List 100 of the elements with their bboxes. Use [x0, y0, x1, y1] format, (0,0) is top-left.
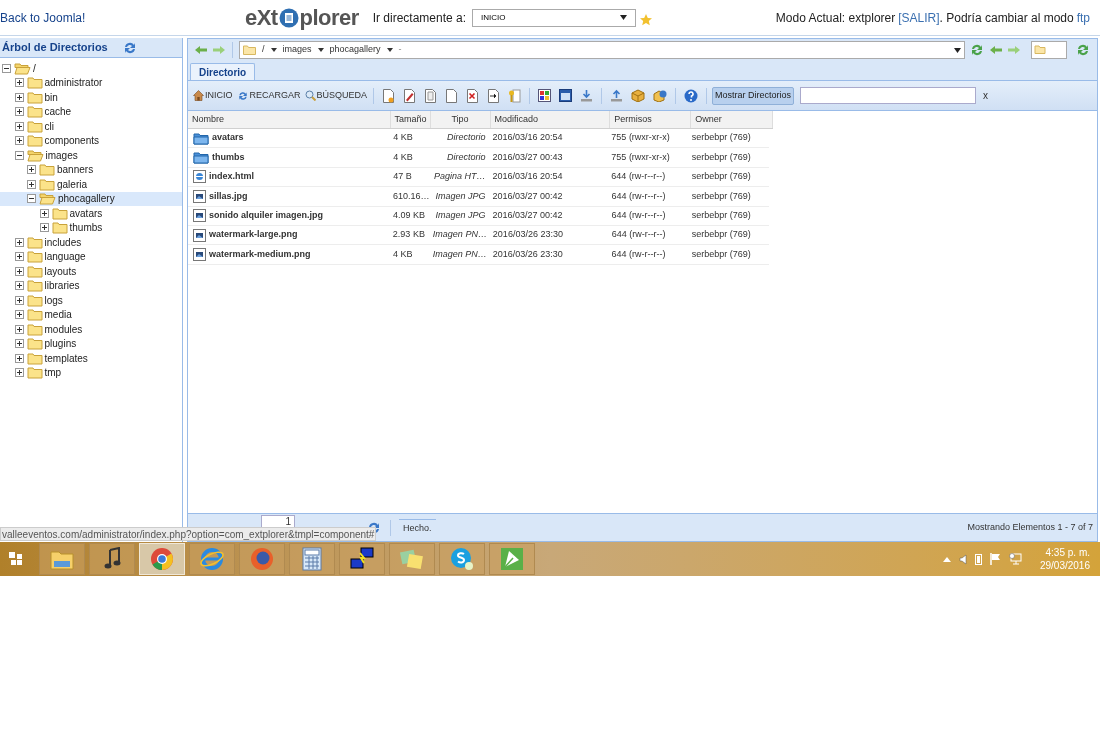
file-name[interactable]: avatars — [212, 131, 244, 145]
tree-item[interactable]: templates — [44, 350, 88, 366]
file-name[interactable]: watermark-medium.png — [209, 247, 311, 262]
path-segment[interactable]: / — [262, 43, 265, 57]
clear-search-button[interactable]: x — [983, 88, 989, 103]
column-header[interactable]: Modificado — [490, 111, 611, 128]
expand-icon[interactable] — [14, 353, 24, 363]
file-name[interactable]: watermark-large.png — [209, 228, 298, 242]
file-name[interactable]: index.html — [209, 170, 254, 184]
expand-icon[interactable] — [14, 237, 24, 247]
back-link[interactable]: Back to Joomla! — [0, 8, 245, 27]
tree-item[interactable]: banners — [57, 162, 94, 178]
taskbar-button[interactable] — [289, 543, 335, 575]
tree-item[interactable]: components — [44, 133, 99, 149]
collapse-icon[interactable] — [2, 63, 11, 73]
file-name[interactable]: thumbs — [212, 150, 245, 165]
toolbar-button[interactable]: RECARGAR — [235, 85, 302, 106]
tree-item[interactable]: layouts — [44, 263, 77, 279]
expand-icon[interactable] — [14, 78, 24, 88]
tree-item[interactable]: language — [44, 249, 86, 265]
upload-icon[interactable] — [610, 89, 624, 102]
taskbar-button[interactable] — [439, 543, 485, 575]
expand-icon[interactable] — [14, 92, 24, 102]
search-field[interactable] — [800, 87, 977, 104]
tree-item[interactable]: cache — [44, 104, 72, 120]
column-header[interactable]: Nombre — [188, 111, 391, 128]
tree-item[interactable]: images — [45, 147, 78, 163]
column-header[interactable]: Permisos — [610, 111, 692, 128]
expand-icon[interactable] — [14, 121, 24, 131]
speaker-icon[interactable] — [958, 553, 967, 565]
refresh-icon[interactable] — [969, 42, 985, 58]
expand-icon[interactable] — [27, 165, 36, 175]
caret-icon[interactable] — [270, 48, 277, 52]
window-icon[interactable] — [559, 89, 573, 102]
download-icon[interactable] — [580, 89, 594, 102]
file-name[interactable]: sillas.jpg — [209, 189, 248, 204]
caret-icon[interactable] — [317, 48, 324, 52]
tree-item[interactable]: galeria — [57, 176, 88, 192]
tree-item[interactable]: libraries — [44, 278, 80, 294]
edit-icon[interactable] — [403, 88, 417, 103]
logout-link[interactable]: [SALIR] — [898, 8, 940, 27]
column-header[interactable]: Owner — [691, 111, 773, 128]
column-header[interactable]: Tipo — [430, 111, 491, 128]
expand-icon[interactable] — [14, 281, 24, 291]
caret-icon[interactable] — [386, 48, 393, 52]
toggle-button[interactable]: Mostrar Directorios — [712, 86, 795, 105]
tree-item[interactable]: bin — [44, 89, 58, 105]
help-icon[interactable] — [684, 88, 699, 103]
ftp-link[interactable]: ftp — [1076, 8, 1090, 27]
package-icon[interactable] — [631, 89, 646, 102]
expand-icon[interactable] — [14, 339, 24, 349]
new-file-icon[interactable] — [382, 88, 396, 103]
move-icon[interactable] — [487, 88, 501, 103]
expand-icon[interactable] — [14, 252, 24, 262]
tree-item[interactable]: cli — [44, 118, 54, 134]
expand-icon[interactable] — [14, 295, 24, 305]
tree-item[interactable]: logs — [44, 292, 63, 308]
refresh-icon[interactable] — [1075, 42, 1091, 58]
caret-icon[interactable] — [954, 47, 961, 53]
file-name[interactable]: sonido alquiler imagen.jpg — [209, 209, 323, 223]
network-icon[interactable] — [1008, 553, 1022, 565]
star-icon[interactable] — [640, 13, 653, 26]
expand-icon[interactable] — [27, 179, 36, 189]
tree-item[interactable]: thumbs — [69, 220, 103, 236]
extract-icon[interactable] — [653, 89, 668, 102]
goto-select[interactable]: INICIO — [472, 8, 637, 27]
tree-item[interactable]: plugins — [44, 336, 77, 352]
copy-icon[interactable] — [424, 88, 438, 103]
taskbar-button[interactable] — [89, 543, 135, 575]
tree-item[interactable]: includes — [44, 234, 82, 250]
taskbar-button[interactable] — [489, 543, 535, 575]
taskbar-button[interactable] — [339, 543, 385, 575]
path-segment[interactable]: phocagallery — [329, 43, 381, 57]
expand-icon[interactable] — [14, 266, 24, 276]
file-icon[interactable] — [445, 88, 459, 103]
expand-icon[interactable] — [14, 368, 24, 378]
collapse-icon[interactable] — [27, 194, 36, 204]
expand-icon[interactable] — [14, 136, 24, 146]
start-icon[interactable] — [9, 552, 23, 566]
expand-icon[interactable] — [14, 310, 24, 320]
folder-field-icon[interactable] — [1031, 41, 1067, 59]
path-segment[interactable]: images — [282, 43, 312, 57]
expand-icon[interactable] — [14, 107, 24, 117]
expand-icon[interactable] — [39, 223, 49, 233]
expand-icon[interactable] — [14, 324, 24, 334]
key-icon[interactable] — [508, 88, 522, 103]
grid-icon[interactable] — [538, 89, 552, 102]
delete-icon[interactable] — [466, 88, 480, 103]
tree-item[interactable]: administrator — [44, 75, 103, 91]
toolbar-button[interactable]: INICIO — [192, 85, 234, 106]
toolbar-button[interactable]: BÚSQUEDA — [303, 85, 369, 106]
collapse-icon[interactable] — [14, 150, 24, 160]
tree-item[interactable]: modules — [44, 321, 83, 337]
tree-item[interactable]: avatars — [69, 205, 103, 221]
tree-item[interactable]: tmp — [44, 365, 62, 381]
tree-item[interactable]: / — [33, 60, 36, 76]
path-field[interactable]: / images phocagallery - — [239, 41, 965, 59]
tree-item[interactable]: media — [44, 307, 72, 323]
expand-icon[interactable] — [39, 208, 49, 218]
tab[interactable]: Directorio — [190, 63, 256, 80]
